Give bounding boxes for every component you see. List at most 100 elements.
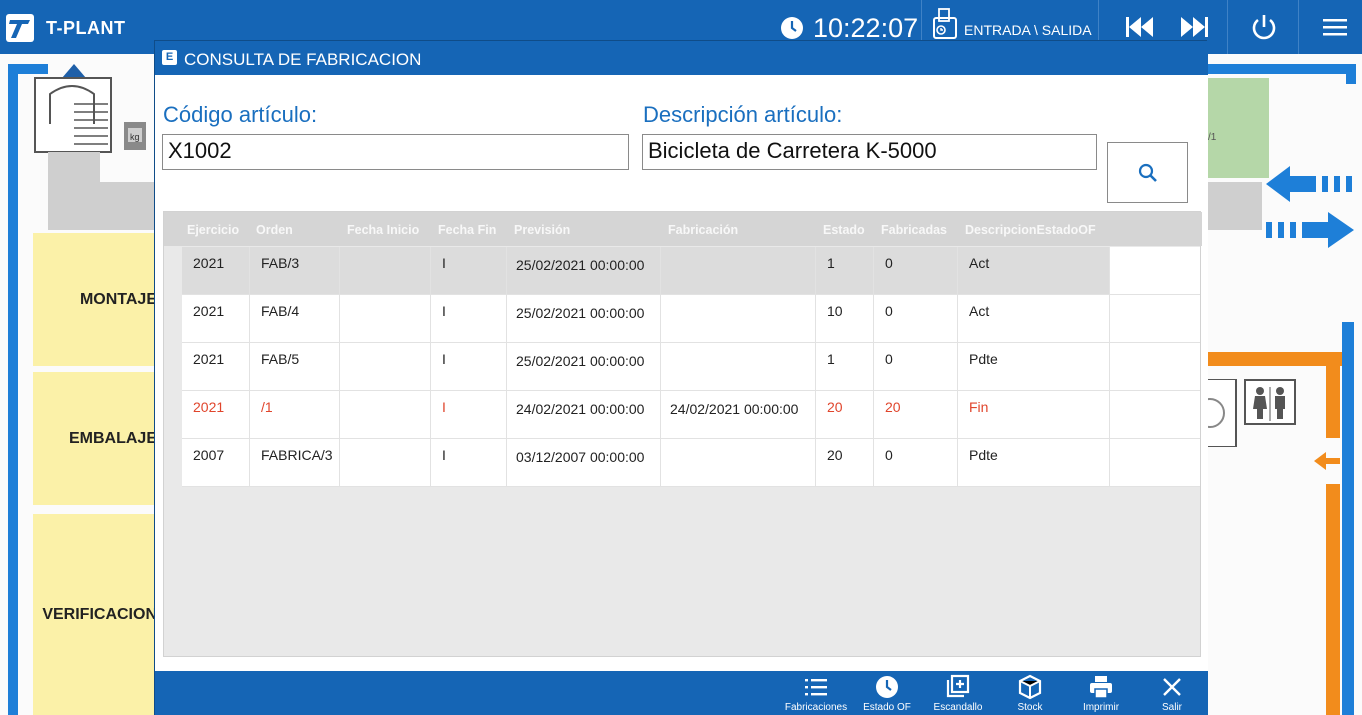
time-clock-card-icon[interactable] (932, 8, 958, 40)
green-zone-label: /1 (1208, 132, 1217, 143)
column-header-fecha-fin[interactable]: Fecha Fin (438, 223, 496, 237)
cell-estado: 10 (816, 295, 874, 342)
search-button[interactable] (1107, 142, 1188, 203)
code-label: Código artículo: (163, 102, 318, 127)
salir-button[interactable]: Salir (1137, 671, 1207, 715)
estado-of-label: Estado OF (863, 702, 911, 713)
rewind-icon[interactable] (1122, 10, 1156, 44)
cell-ejercicio: 2021 (182, 247, 250, 294)
table-row[interactable]: 2007 FABRICA/3 I 03/12/2007 00:00:00 20 … (182, 439, 1200, 487)
green-zone[interactable]: /1 (1206, 78, 1269, 178)
clock-icon (876, 676, 898, 698)
dialog-toolbar: Fabricaciones Estado OF Escandallo Stock… (155, 671, 1208, 715)
stock-label: Stock (1017, 702, 1043, 713)
t-plant-logo (6, 14, 34, 42)
station-montaje[interactable]: MONTAJE (33, 233, 157, 366)
cell-fabricacion (661, 439, 816, 486)
cell-fabricacion (661, 343, 816, 390)
cell-fecha-fin: I (431, 295, 507, 342)
column-header-estado[interactable]: Estado (823, 223, 865, 237)
cell-fabricadas: 20 (874, 391, 958, 438)
cell-descripcion-estado: Act (958, 295, 1110, 342)
layout-path (1206, 352, 1342, 366)
cell-ejercicio: 2021 (182, 295, 250, 342)
entry-exit-button[interactable]: ENTRADA \ SALIDA (964, 22, 1092, 38)
column-header-prevision[interactable]: Previsión (514, 223, 570, 237)
station-embalaje[interactable]: EMBALAJE (33, 372, 157, 505)
restroom-icon (1253, 387, 1285, 421)
cell-fabricacion (661, 247, 816, 294)
dialog-header: E CONSULTA DE FABRICACION (155, 41, 1208, 75)
column-header-ejercicio[interactable]: Ejercicio (187, 223, 239, 237)
cell-descripcion-estado: Fin (958, 391, 1110, 438)
arrows-in-out-icon (1266, 166, 1354, 248)
window-icon: E (162, 50, 177, 65)
stock-button[interactable]: Stock (995, 671, 1065, 715)
cell-prevision: 25/02/2021 00:00:00 (507, 247, 661, 294)
cell-fecha-fin: I (431, 247, 507, 294)
imprimir-button[interactable]: Imprimir (1066, 671, 1136, 715)
restroom (1244, 379, 1296, 425)
menu-icon[interactable] (1318, 10, 1352, 44)
column-header-orden[interactable]: Orden (256, 223, 293, 237)
cell-fabricadas: 0 (874, 343, 958, 390)
cell-ejercicio: 2007 (182, 439, 250, 486)
station-verificacion[interactable]: VERIFICACION (33, 514, 157, 715)
fabrication-grid: Ejercicio Orden Fecha Inicio Fecha Fin P… (163, 211, 1202, 657)
table-row[interactable]: 2021 FAB/3 I 25/02/2021 00:00:00 1 0 Act (182, 247, 1200, 295)
cell-prevision: 25/02/2021 00:00:00 (507, 295, 661, 342)
cell-prevision: 25/02/2021 00:00:00 (507, 343, 661, 390)
station-label: VERIFICACION (42, 605, 157, 623)
cell-orden: FAB/5 (250, 343, 340, 390)
table-row[interactable]: 2021 FAB/4 I 25/02/2021 00:00:00 10 0 Ac… (182, 295, 1200, 343)
cell-orden: /1 (250, 391, 340, 438)
cell-orden: FABRICA/3 (250, 439, 340, 486)
table-row[interactable]: 2021 FAB/5 I 25/02/2021 00:00:00 1 0 Pdt… (182, 343, 1200, 391)
cell-ejercicio: 2021 (182, 391, 250, 438)
consulta-fabricacion-dialog: E CONSULTA DE FABRICACION Código artícul… (154, 40, 1208, 715)
description-input[interactable]: Bicicleta de Carretera K-5000 (642, 134, 1097, 170)
grid-header: Ejercicio Orden Fecha Inicio Fecha Fin P… (164, 212, 1202, 246)
column-header-fabricacion[interactable]: Fabricación (668, 223, 738, 237)
warehouse-rack-icon: kg (34, 64, 146, 184)
cell-fecha-inicio (340, 295, 431, 342)
column-header-fecha-inicio[interactable]: Fecha Inicio (347, 223, 419, 237)
cell-fabricacion (661, 295, 816, 342)
fast-forward-icon[interactable] (1178, 10, 1212, 44)
cell-descripcion-estado: Pdte (958, 439, 1110, 486)
cell-ejercicio: 2021 (182, 343, 250, 390)
conveyor (1206, 182, 1262, 230)
salir-label: Salir (1161, 702, 1182, 713)
cell-prevision: 03/12/2007 00:00:00 (507, 439, 661, 486)
cell-estado: 20 (816, 439, 874, 486)
layout-wall (8, 64, 18, 715)
cell-fecha-inicio (340, 247, 431, 294)
left-arrow-icon (1314, 452, 1340, 470)
add-to-library-icon (946, 674, 970, 698)
station-label: MONTAJE (79, 290, 157, 308)
dialog-body: Código artículo: X1002 Descripción artíc… (155, 75, 1208, 671)
estado-of-button[interactable]: Estado OF (852, 671, 922, 715)
column-header-fabricadas[interactable]: Fabricadas (881, 223, 947, 237)
cell-fecha-fin: I (431, 391, 507, 438)
escandallo-button[interactable]: Escandallo (923, 671, 993, 715)
code-input[interactable]: X1002 (162, 134, 629, 170)
cell-fabricadas: 0 (874, 439, 958, 486)
divider (1298, 0, 1299, 54)
cell-fabricacion: 24/02/2021 00:00:00 (661, 391, 816, 438)
grid-corner[interactable] (164, 212, 182, 246)
cell-descripcion-estado: Act (958, 247, 1110, 294)
fabricaciones-button[interactable]: Fabricaciones (781, 671, 851, 715)
clock-icon (781, 17, 803, 39)
dialog-title: CONSULTA DE FABRICACION (184, 50, 422, 69)
cell-fecha-inicio (340, 439, 431, 486)
table-row[interactable]: 2021 /1 I 24/02/2021 00:00:00 24/02/2021… (182, 391, 1200, 439)
power-icon[interactable] (1247, 10, 1281, 44)
cell-fecha-fin: I (431, 439, 507, 486)
cell-fecha-inicio (340, 343, 431, 390)
column-header-descripcion-estado[interactable]: DescripcionEstadoOF (965, 223, 1096, 237)
cell-fabricadas: 0 (874, 295, 958, 342)
close-icon (1163, 678, 1181, 696)
layout-path (1326, 352, 1340, 438)
box-icon (1018, 674, 1042, 700)
